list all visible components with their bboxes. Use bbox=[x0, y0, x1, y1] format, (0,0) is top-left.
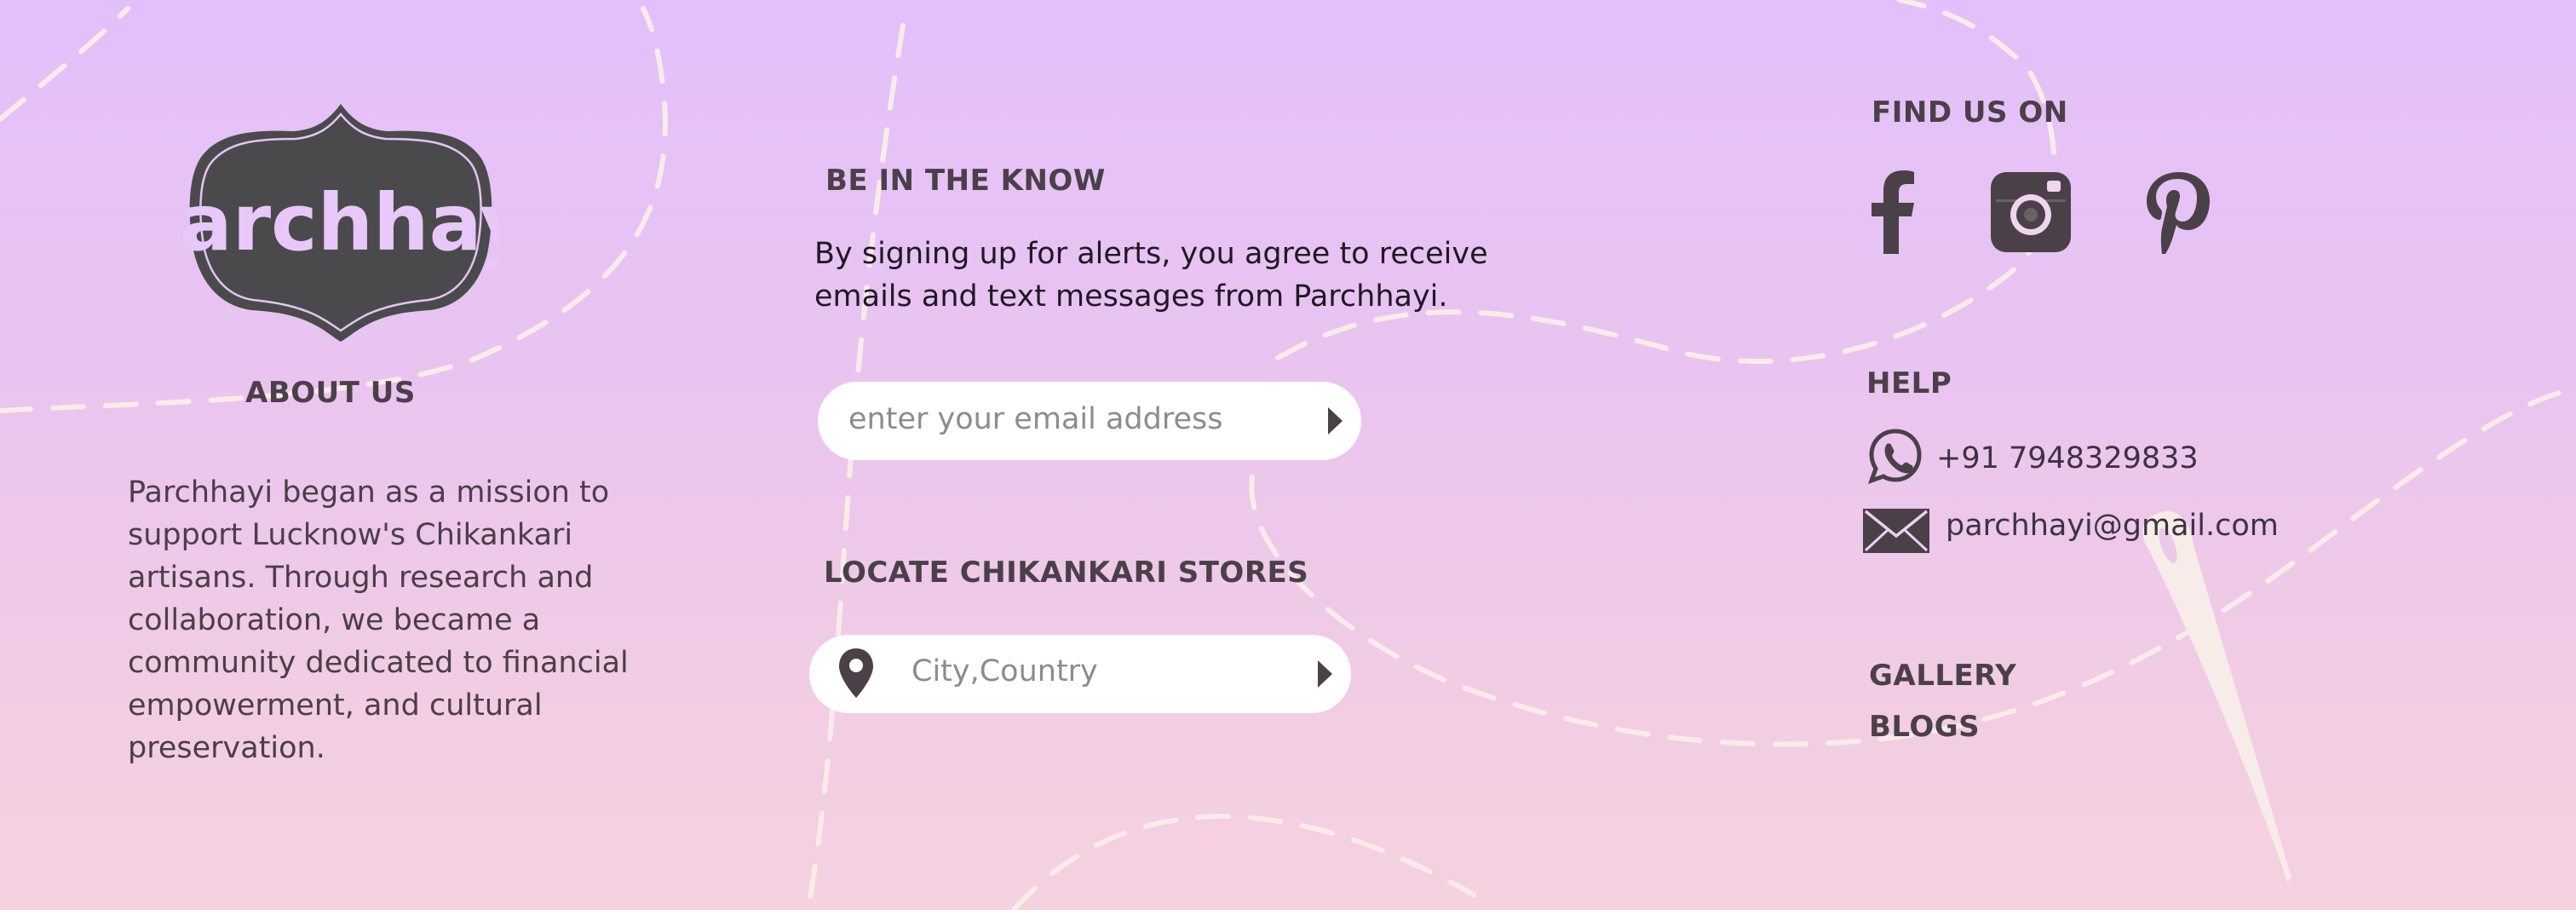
about-line: Parchhayi began as a mission to bbox=[128, 475, 610, 510]
newsletter-description: By signing up for alerts, you agree to r… bbox=[814, 233, 1547, 318]
facebook-icon[interactable] bbox=[1872, 170, 1914, 254]
about-line: support Lucknow's Chikankari bbox=[128, 518, 573, 552]
newsletter-line: emails and text messages from Parchhayi. bbox=[814, 279, 1448, 314]
newsletter-heading: BE IN THE KNOW bbox=[825, 164, 1106, 198]
locate-stores-heading: LOCATE CHIKANKARI STORES bbox=[824, 556, 1309, 590]
email-input-placeholder: enter your email address bbox=[848, 402, 1223, 436]
phone-number[interactable]: +91 7948329833 bbox=[1936, 441, 2199, 475]
parchhayi-logo[interactable]: Parchhayi bbox=[183, 101, 498, 343]
email-input[interactable]: enter your email address bbox=[818, 382, 1361, 460]
instagram-icon[interactable] bbox=[1991, 172, 2071, 252]
about-line: artisans. Through research and bbox=[128, 561, 594, 595]
newsletter-line: By signing up for alerts, you agree to r… bbox=[814, 237, 1488, 271]
gallery-link[interactable]: GALLERY bbox=[1869, 659, 2016, 693]
blogs-link[interactable]: BLOGS bbox=[1869, 710, 1980, 744]
whatsapp-icon bbox=[1867, 428, 1923, 484]
location-submit-arrow-icon[interactable] bbox=[1318, 660, 1332, 688]
pinterest-icon[interactable] bbox=[2145, 172, 2211, 254]
email-submit-arrow-icon[interactable] bbox=[1328, 407, 1343, 435]
about-us-text: Parchhayi began as a mission to support … bbox=[128, 471, 639, 769]
location-input[interactable]: City,Country bbox=[809, 635, 1351, 713]
about-us-heading: ABOUT US bbox=[245, 376, 416, 410]
email-address[interactable]: parchhayi@gmail.com bbox=[1946, 509, 2279, 543]
about-line: collaboration, we became a bbox=[128, 603, 541, 637]
location-input-placeholder: City,Country bbox=[911, 654, 1098, 688]
about-line: preservation. bbox=[128, 731, 325, 765]
about-line: community dedicated to financial bbox=[128, 646, 629, 680]
envelope-icon bbox=[1863, 509, 1929, 553]
find-us-heading: FIND US ON bbox=[1872, 95, 2068, 130]
logo-text: Parchhayi bbox=[183, 177, 498, 268]
map-pin-icon bbox=[837, 647, 875, 700]
about-line: empowerment, and cultural bbox=[128, 688, 543, 723]
help-heading: HELP bbox=[1866, 366, 1952, 400]
